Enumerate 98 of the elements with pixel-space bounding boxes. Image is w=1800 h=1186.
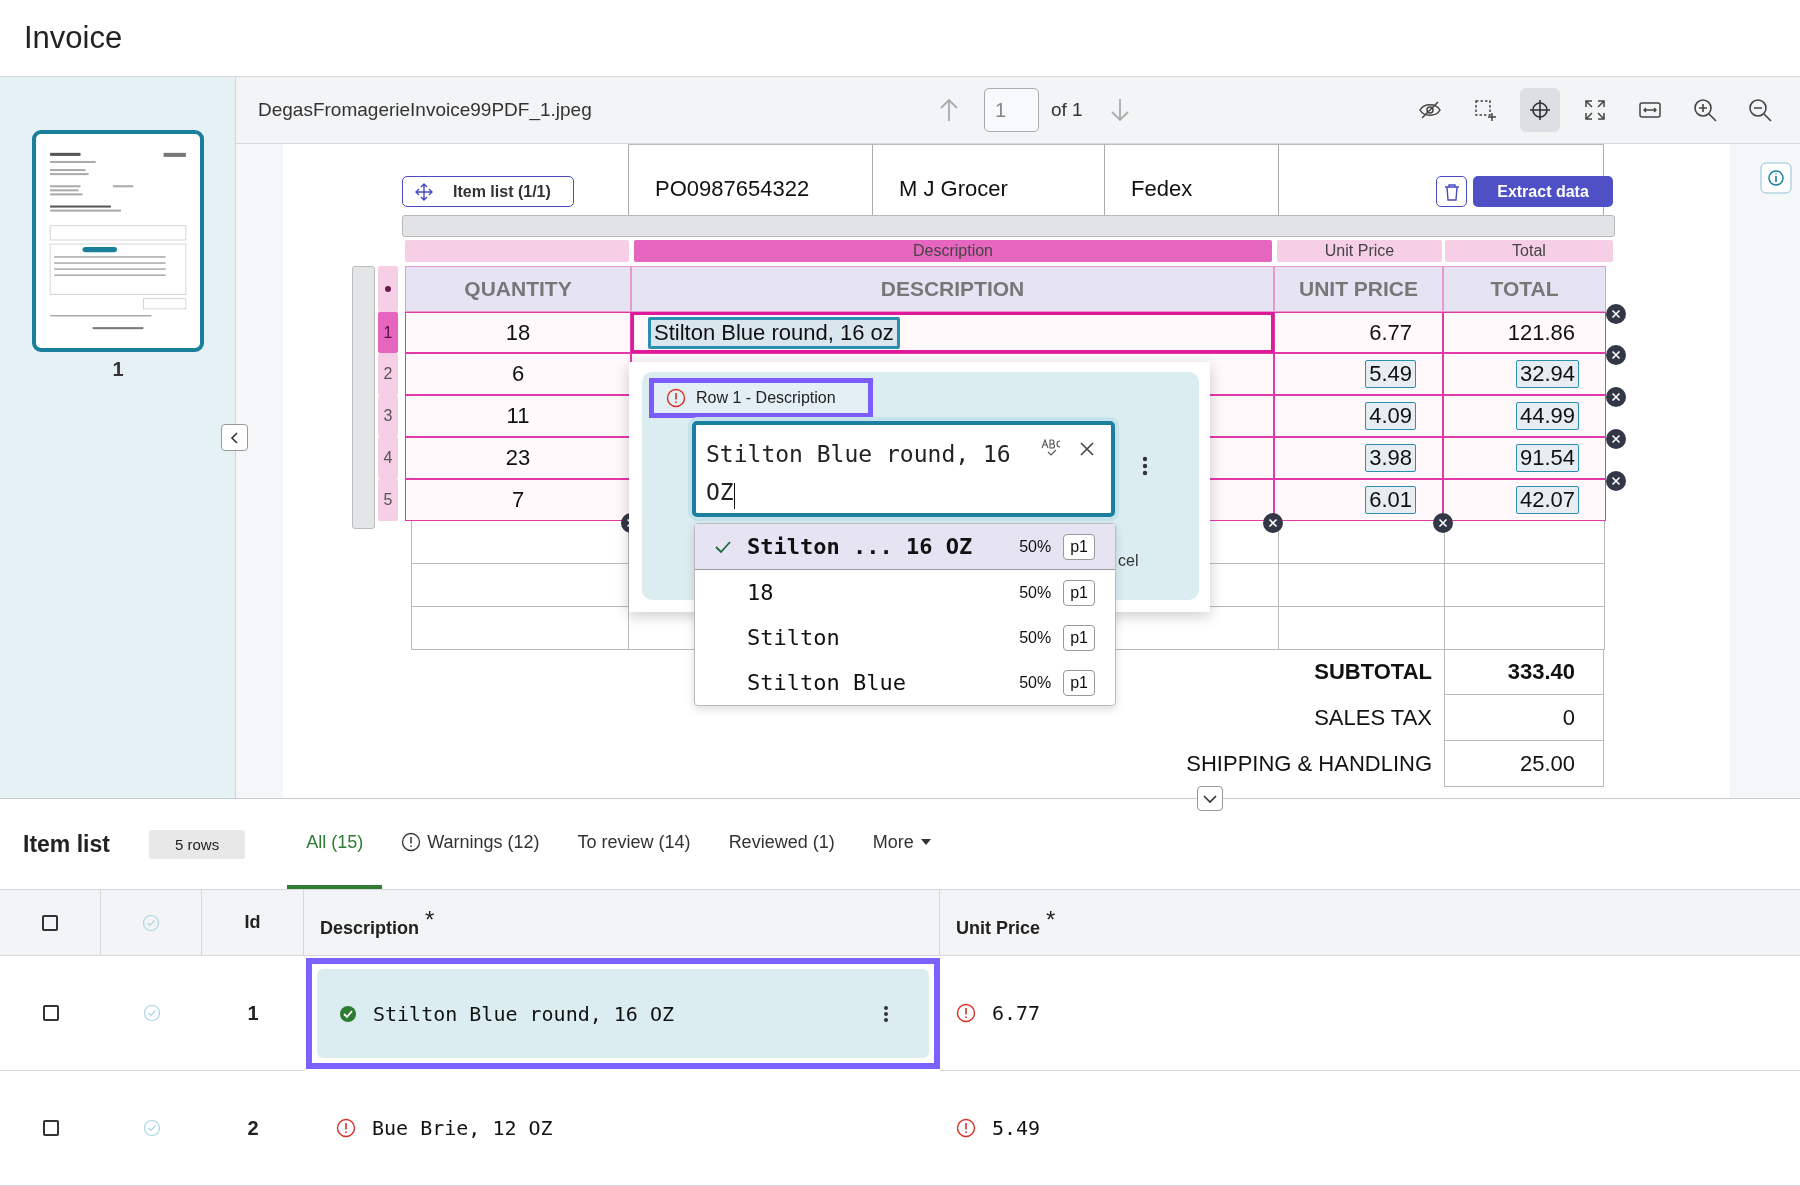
zoom-out-icon bbox=[1747, 97, 1773, 123]
row-number[interactable]: 4 bbox=[378, 437, 398, 479]
total-value: 333.40 bbox=[1444, 649, 1604, 695]
file-name: DegasFromagerieInvoice99PDF_1.jpeg bbox=[258, 99, 593, 121]
extracted-value[interactable]: 91.54 bbox=[1515, 444, 1579, 472]
extracted-value[interactable]: 42.07 bbox=[1515, 486, 1579, 514]
total-label: SUBTOTAL bbox=[1314, 658, 1433, 686]
suggestion-item[interactable]: Stilton 50% p1 bbox=[695, 615, 1115, 660]
extracted-value[interactable]: 32.94 bbox=[1515, 360, 1579, 388]
collapse-button[interactable] bbox=[221, 424, 248, 451]
table-cell: Stilton Blue round, 16 OZ bbox=[373, 1001, 675, 1026]
region-button[interactable]: Item list (1/1) bbox=[402, 176, 574, 207]
row-count-badge: 5 rows bbox=[149, 829, 246, 859]
row-checkbox[interactable] bbox=[42, 1005, 59, 1021]
filter-tab[interactable]: Warnings (12) bbox=[382, 799, 559, 889]
check-circle-icon bbox=[142, 1004, 161, 1022]
table-cell: 6 bbox=[405, 353, 631, 395]
column-label[interactable]: Total bbox=[1445, 240, 1613, 262]
move-icon bbox=[415, 182, 433, 201]
page-title: Invoice bbox=[24, 20, 123, 56]
filter-tab[interactable]: To review (14) bbox=[558, 799, 710, 889]
check-circle-icon bbox=[142, 913, 160, 932]
delete-button[interactable] bbox=[1436, 176, 1467, 207]
table-cell: 11 bbox=[405, 395, 631, 437]
suggestion-item[interactable]: Stilton Blue 50% p1 bbox=[695, 660, 1115, 705]
table-header: UNIT PRICE bbox=[1274, 266, 1443, 312]
extracted-value[interactable]: 4.09 bbox=[1365, 402, 1416, 430]
page-total: of 1 bbox=[1051, 99, 1083, 121]
extract-data-button[interactable]: Extract data bbox=[1473, 176, 1613, 207]
extracted-value[interactable]: 3.98 bbox=[1365, 444, 1416, 472]
extracted-value[interactable]: Stilton Blue round, 16 oz bbox=[648, 316, 900, 349]
total-value: 0 bbox=[1444, 695, 1604, 741]
close-icon[interactable] bbox=[1606, 429, 1626, 449]
row-checkbox[interactable] bbox=[42, 1120, 59, 1136]
more-options-icon[interactable] bbox=[1142, 456, 1148, 476]
suggestion-item[interactable]: 18 50% p1 bbox=[695, 570, 1115, 615]
extracted-value[interactable]: 44.99 bbox=[1515, 402, 1579, 430]
select-all-checkbox[interactable] bbox=[42, 914, 58, 931]
table-cell: 7 bbox=[405, 479, 631, 521]
close-icon[interactable] bbox=[1263, 513, 1283, 533]
table-cell: 23 bbox=[405, 437, 631, 479]
row-number[interactable]: 2 bbox=[378, 353, 398, 395]
field-label: Row 1 - Description bbox=[649, 378, 873, 418]
zoom-in-icon bbox=[1692, 97, 1718, 123]
chevron-down-icon bbox=[1203, 793, 1217, 804]
table-header: QUANTITY bbox=[405, 266, 631, 312]
check-circle-icon bbox=[142, 1119, 161, 1137]
selected-cell[interactable]: Stilton Blue round, 16 oz bbox=[631, 312, 1274, 353]
row-number[interactable]: 1 bbox=[378, 312, 398, 353]
selected-cell[interactable]: Stilton Blue round, 16 OZ bbox=[306, 958, 940, 1069]
suggestion-item[interactable]: Stilton ... 16 OZ 50% p1 bbox=[695, 524, 1115, 570]
total-label: SHIPPING & HANDLING bbox=[1186, 750, 1433, 778]
extracted-value[interactable]: 121.86 bbox=[1503, 318, 1579, 347]
filter-tab[interactable]: Reviewed (1) bbox=[709, 799, 854, 889]
row-handle-bar[interactable] bbox=[352, 266, 375, 529]
extracted-value[interactable]: 6.01 bbox=[1365, 486, 1416, 514]
caret-icon bbox=[919, 838, 932, 846]
close-icon[interactable] bbox=[1606, 387, 1626, 407]
table-cell: 2 bbox=[247, 1116, 259, 1140]
table-cell: 5.49 bbox=[992, 1116, 1041, 1140]
section-title: Item list bbox=[23, 830, 111, 858]
warning-icon bbox=[666, 388, 686, 408]
page-number: 1 bbox=[112, 358, 124, 381]
row-number[interactable]: 5 bbox=[378, 479, 398, 521]
table-cell: 6.77 bbox=[992, 1001, 1041, 1025]
crosshair-icon bbox=[1528, 98, 1552, 122]
row-number[interactable]: 3 bbox=[378, 395, 398, 437]
table-header: TOTAL bbox=[1443, 266, 1606, 312]
crosshair-button[interactable] bbox=[1520, 88, 1560, 132]
column-label[interactable]: Unit Price bbox=[1277, 240, 1442, 262]
dot-icon bbox=[385, 286, 391, 292]
warning-icon bbox=[401, 832, 422, 852]
close-icon[interactable] bbox=[1606, 471, 1626, 491]
extracted-value[interactable]: 5.49 bbox=[1365, 360, 1416, 388]
column-header: Id bbox=[244, 912, 261, 933]
extracted-value[interactable]: 6.77 bbox=[1365, 318, 1416, 347]
close-icon[interactable] bbox=[1606, 304, 1626, 324]
trash-icon bbox=[1443, 182, 1460, 201]
chevron-left-icon bbox=[228, 431, 241, 444]
close-icon[interactable] bbox=[1433, 513, 1453, 533]
select-area-icon bbox=[1473, 98, 1497, 122]
spellcheck-icon[interactable] bbox=[1041, 439, 1063, 457]
table-header: DESCRIPTION bbox=[631, 266, 1274, 312]
info-icon[interactable] bbox=[1760, 162, 1792, 194]
total-label: SALES TAX bbox=[1314, 704, 1433, 732]
check-icon bbox=[715, 539, 731, 554]
cancel-button[interactable]: cel bbox=[1118, 552, 1139, 570]
table-cell: Bue Brie, 12 OZ bbox=[372, 1116, 553, 1140]
total-value: 25.00 bbox=[1444, 741, 1604, 787]
table-cell: 18 bbox=[405, 312, 631, 353]
expand-icon bbox=[1583, 98, 1607, 122]
filter-tab[interactable]: More bbox=[853, 799, 951, 889]
table-cell: 1 bbox=[247, 1001, 259, 1025]
clear-icon[interactable] bbox=[1079, 441, 1095, 457]
page-thumbnail[interactable] bbox=[32, 130, 204, 352]
more-options-icon[interactable] bbox=[883, 1004, 889, 1023]
close-icon[interactable] bbox=[1606, 345, 1626, 365]
expand-button[interactable] bbox=[1197, 786, 1223, 811]
